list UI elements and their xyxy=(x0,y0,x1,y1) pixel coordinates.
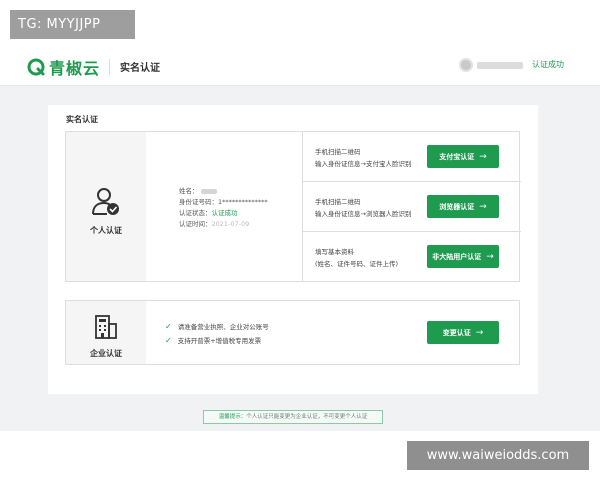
avatar[interactable] xyxy=(459,58,473,72)
info-status-row: 认证状态： 认证成功 xyxy=(179,208,268,219)
option-browser-line2: 输入身份证信息→浏览器人脸识别 xyxy=(315,210,412,218)
status-value: 认证成功 xyxy=(211,209,238,217)
time-label: 认证时间： xyxy=(179,220,212,228)
requirement-text: 支持开普票+增值税专用发票 xyxy=(177,337,262,345)
option-non-mainland: 填写基本资料 (姓名、证件号码、证件上传) 非大陆用户认证 → xyxy=(303,232,521,282)
page-title: 实名认证 xyxy=(120,63,160,74)
notice-banner: 温馨提示：个人认证只能变更为企业认证，不可变更个人认证 xyxy=(203,410,383,424)
option-non-mainland-line1: 填写基本资料 xyxy=(315,248,354,256)
personal-info: 姓名： 身份证号码： 1************** 认证状态： 认证成功 认证… xyxy=(179,186,268,230)
enterprise-label: 企业认证 xyxy=(90,349,122,358)
building-icon xyxy=(95,315,117,339)
logo-text: 青椒云 xyxy=(49,59,101,78)
notice-text: 个人认证只能变更为企业认证，不可变更个人认证 xyxy=(246,414,368,420)
change-verification-button[interactable]: 变更认证 → xyxy=(427,321,499,344)
option-browser-line1: 手机扫描二维码 xyxy=(315,198,361,206)
notice-label: 温馨提示： xyxy=(218,414,247,420)
option-alipay: 手机扫描二维码 输入身份证信息→支付宝人脸识别 支付宝认证 → xyxy=(303,132,521,182)
logo[interactable]: 青椒云 xyxy=(26,55,100,79)
watermark-bottom-right: www.waiweiodds.com xyxy=(407,441,589,470)
card-title: 实名认证 xyxy=(66,115,98,124)
arrow-right-icon: → xyxy=(475,327,484,338)
change-verification-label: 变更认证 xyxy=(442,328,471,337)
enterprise-verification-panel: 企业认证 ✓ 请准备营业执照、企业对公账号 ✓ 支持开普票+增值税专用发票 变更… xyxy=(65,300,520,365)
status-label: 认证状态： xyxy=(179,209,212,217)
logo-icon xyxy=(27,58,45,76)
requirement-text: 请准备营业执照、企业对公账号 xyxy=(177,323,269,331)
id-label: 身份证号码： xyxy=(179,198,218,206)
user-status: 认证成功 xyxy=(532,60,564,69)
alipay-verify-label: 支付宝认证 xyxy=(439,152,475,161)
option-alipay-line2: 输入身份证信息→支付宝人脸识别 xyxy=(315,160,412,168)
top-header: 青椒云 实名认证 认证成功 xyxy=(0,48,600,86)
personal-verification-panel: 个人认证 姓名： 身份证号码： 1************** 认证状态： 认证… xyxy=(65,131,521,282)
arrow-right-icon: → xyxy=(479,151,487,162)
requirement-item: ✓ 请准备营业执照、企业对公账号 xyxy=(165,320,269,334)
option-alipay-text: 手机扫描二维码 输入身份证信息→支付宝人脸识别 xyxy=(315,146,411,170)
non-mainland-verify-button[interactable]: 非大陆用户认证 → xyxy=(427,245,499,268)
browser-verify-button[interactable]: 浏览器认证 → xyxy=(427,195,499,218)
requirement-item: ✓ 支持开普票+增值税专用发票 xyxy=(165,334,269,348)
enterprise-requirements: ✓ 请准备营业执照、企业对公账号 ✓ 支持开普票+增值税专用发票 xyxy=(165,320,269,348)
name-redacted xyxy=(200,189,217,194)
page: TG: MYYJJPP 青椒云 实名认证 认证成功 实名认证 个人认证 姓名： … xyxy=(0,0,600,480)
personal-side: 个人认证 xyxy=(66,132,146,281)
non-mainland-verify-label: 非大陆用户认证 xyxy=(432,252,482,261)
arrow-right-icon: → xyxy=(479,201,487,212)
name-label: 姓名： xyxy=(179,187,199,195)
personal-options: 手机扫描二维码 输入身份证信息→支付宝人脸识别 支付宝认证 → 手机扫描二维码 … xyxy=(302,132,521,282)
check-icon: ✓ xyxy=(165,322,172,331)
info-id-row: 身份证号码： 1************** xyxy=(179,197,268,208)
watermark-top-left: TG: MYYJJPP xyxy=(10,10,135,39)
option-alipay-line1: 手机扫描二维码 xyxy=(315,148,361,156)
option-browser: 手机扫描二维码 输入身份证信息→浏览器人脸识别 浏览器认证 → xyxy=(303,182,521,232)
option-browser-text: 手机扫描二维码 输入身份证信息→浏览器人脸识别 xyxy=(315,196,411,220)
info-time-row: 认证时间： 2021-07-09 xyxy=(179,219,268,230)
enterprise-side: 企业认证 xyxy=(66,301,146,364)
person-check-icon xyxy=(92,188,119,215)
user-name-redacted[interactable] xyxy=(477,62,523,69)
check-icon: ✓ xyxy=(165,336,172,345)
header-divider xyxy=(109,59,110,75)
id-value: 1************** xyxy=(218,198,268,206)
browser-verify-label: 浏览器认证 xyxy=(439,202,475,211)
arrow-right-icon: → xyxy=(486,251,494,262)
alipay-verify-button[interactable]: 支付宝认证 → xyxy=(427,145,499,168)
time-value: 2021-07-09 xyxy=(211,220,250,228)
option-non-mainland-text: 填写基本资料 (姓名、证件号码、证件上传) xyxy=(315,246,398,270)
option-non-mainland-line2: (姓名、证件号码、证件上传) xyxy=(315,260,399,268)
info-name-row: 姓名： xyxy=(179,186,268,197)
personal-label: 个人认证 xyxy=(90,226,122,235)
